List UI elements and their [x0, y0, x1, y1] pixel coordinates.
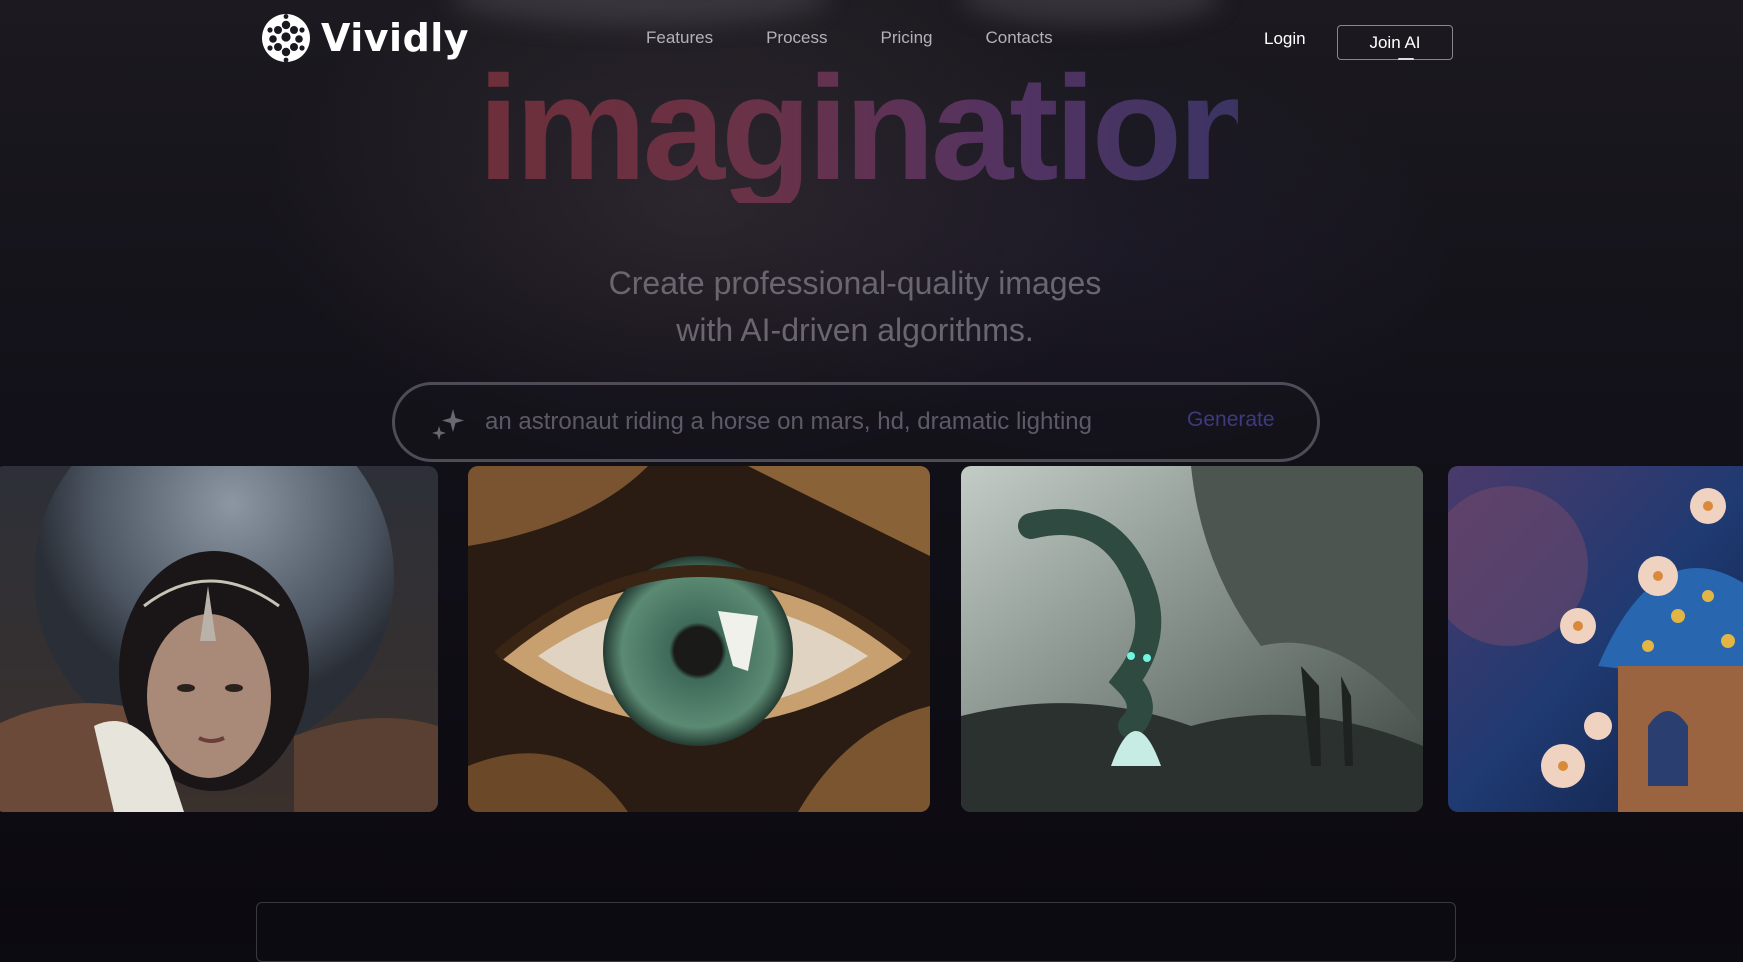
join-ai-underline	[1398, 58, 1414, 60]
hero-subtitle: Create professional-quality images with …	[560, 260, 1150, 354]
nav-pricing[interactable]: Pricing	[881, 28, 933, 48]
brand-logo[interactable]: Vividly	[261, 12, 469, 64]
prompt-input[interactable]: an astronaut riding a horse on mars, hd,…	[485, 408, 1092, 436]
nav-contacts[interactable]: Contacts	[985, 28, 1052, 48]
portrait-woman-image	[0, 466, 438, 812]
eye-artwork-image	[468, 466, 930, 812]
hero-subtitle-line-1: Create professional-quality images	[608, 265, 1102, 301]
gallery-image-2[interactable]	[468, 466, 930, 812]
gallery-image-1[interactable]	[0, 466, 438, 812]
logo-icon	[262, 14, 310, 63]
nav-features[interactable]: Features	[646, 28, 713, 48]
bottom-panel	[256, 902, 1456, 962]
join-ai-button[interactable]: Join AI	[1337, 25, 1453, 60]
main-nav: Features Process Pricing Contacts	[646, 28, 1106, 48]
hero-subtitle-line-2: with AI-driven algorithms.	[676, 312, 1034, 348]
nav-process[interactable]: Process	[766, 28, 827, 48]
generate-button[interactable]: Generate	[1187, 408, 1275, 432]
fantasy-house-image	[1448, 466, 1743, 812]
gallery-image-3[interactable]	[961, 466, 1423, 812]
gallery-image-4[interactable]	[1448, 466, 1743, 812]
prompt-bar: an astronaut riding a horse on mars, hd,…	[392, 382, 1320, 462]
sparkle-icon	[432, 409, 464, 440]
dragon-sea-image	[961, 466, 1423, 812]
hero-headline: imagination.	[478, 46, 1306, 211]
brand-name: Vividly	[321, 16, 470, 60]
